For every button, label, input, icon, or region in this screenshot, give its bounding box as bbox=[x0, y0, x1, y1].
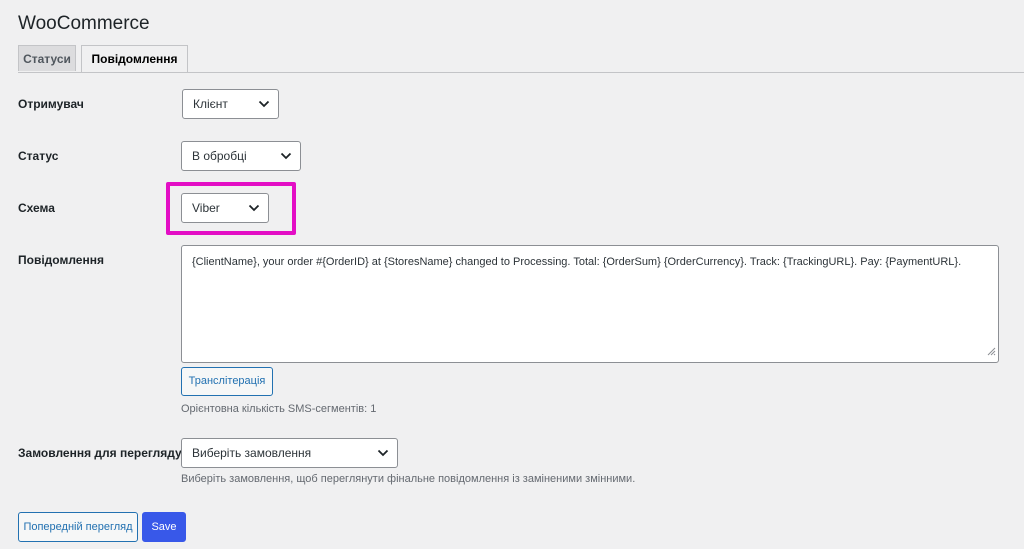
sms-segments-count: Орієнтовна кількість SMS-сегментів: 1 bbox=[181, 403, 377, 415]
chevron-down-icon bbox=[280, 142, 292, 170]
page-title: WooCommerce bbox=[18, 13, 150, 34]
recipient-select[interactable]: Клієнт bbox=[182, 89, 279, 119]
recipient-label: Отримувач bbox=[18, 97, 84, 111]
chevron-down-icon bbox=[377, 439, 389, 467]
tab-messages[interactable]: Повідомлення bbox=[81, 45, 188, 72]
transliteration-button[interactable]: Транслітерація bbox=[181, 367, 273, 396]
preview-order-select-value: Виберіть замовлення bbox=[192, 446, 312, 460]
tab-statuses[interactable]: Статуси bbox=[18, 45, 76, 71]
tab-bar: Статуси Повідомлення bbox=[18, 45, 1024, 73]
message-text: {ClientName}, your order #{OrderID} at {… bbox=[192, 256, 962, 268]
scheme-select-value: Viber bbox=[192, 201, 220, 215]
chevron-down-icon bbox=[258, 90, 270, 118]
preview-button[interactable]: Попередній перегляд bbox=[18, 512, 138, 542]
recipient-select-value: Клієнт bbox=[193, 97, 228, 111]
message-textarea[interactable]: {ClientName}, your order #{OrderID} at {… bbox=[181, 245, 999, 363]
chevron-down-icon bbox=[248, 194, 260, 222]
scheme-label: Схема bbox=[18, 201, 55, 215]
preview-order-hint: Виберіть замовлення, щоб переглянути фін… bbox=[181, 473, 636, 485]
preview-order-label: Замовлення для перегляду bbox=[18, 446, 182, 460]
status-select[interactable]: В обробці bbox=[181, 141, 301, 171]
save-button[interactable]: Save bbox=[142, 512, 186, 542]
scheme-select[interactable]: Viber bbox=[181, 193, 269, 223]
status-label: Статус bbox=[18, 149, 59, 163]
message-label: Повідомлення bbox=[18, 253, 104, 267]
status-select-value: В обробці bbox=[192, 149, 247, 163]
preview-order-select[interactable]: Виберіть замовлення bbox=[181, 438, 398, 468]
resize-grip-icon[interactable] bbox=[987, 346, 996, 360]
